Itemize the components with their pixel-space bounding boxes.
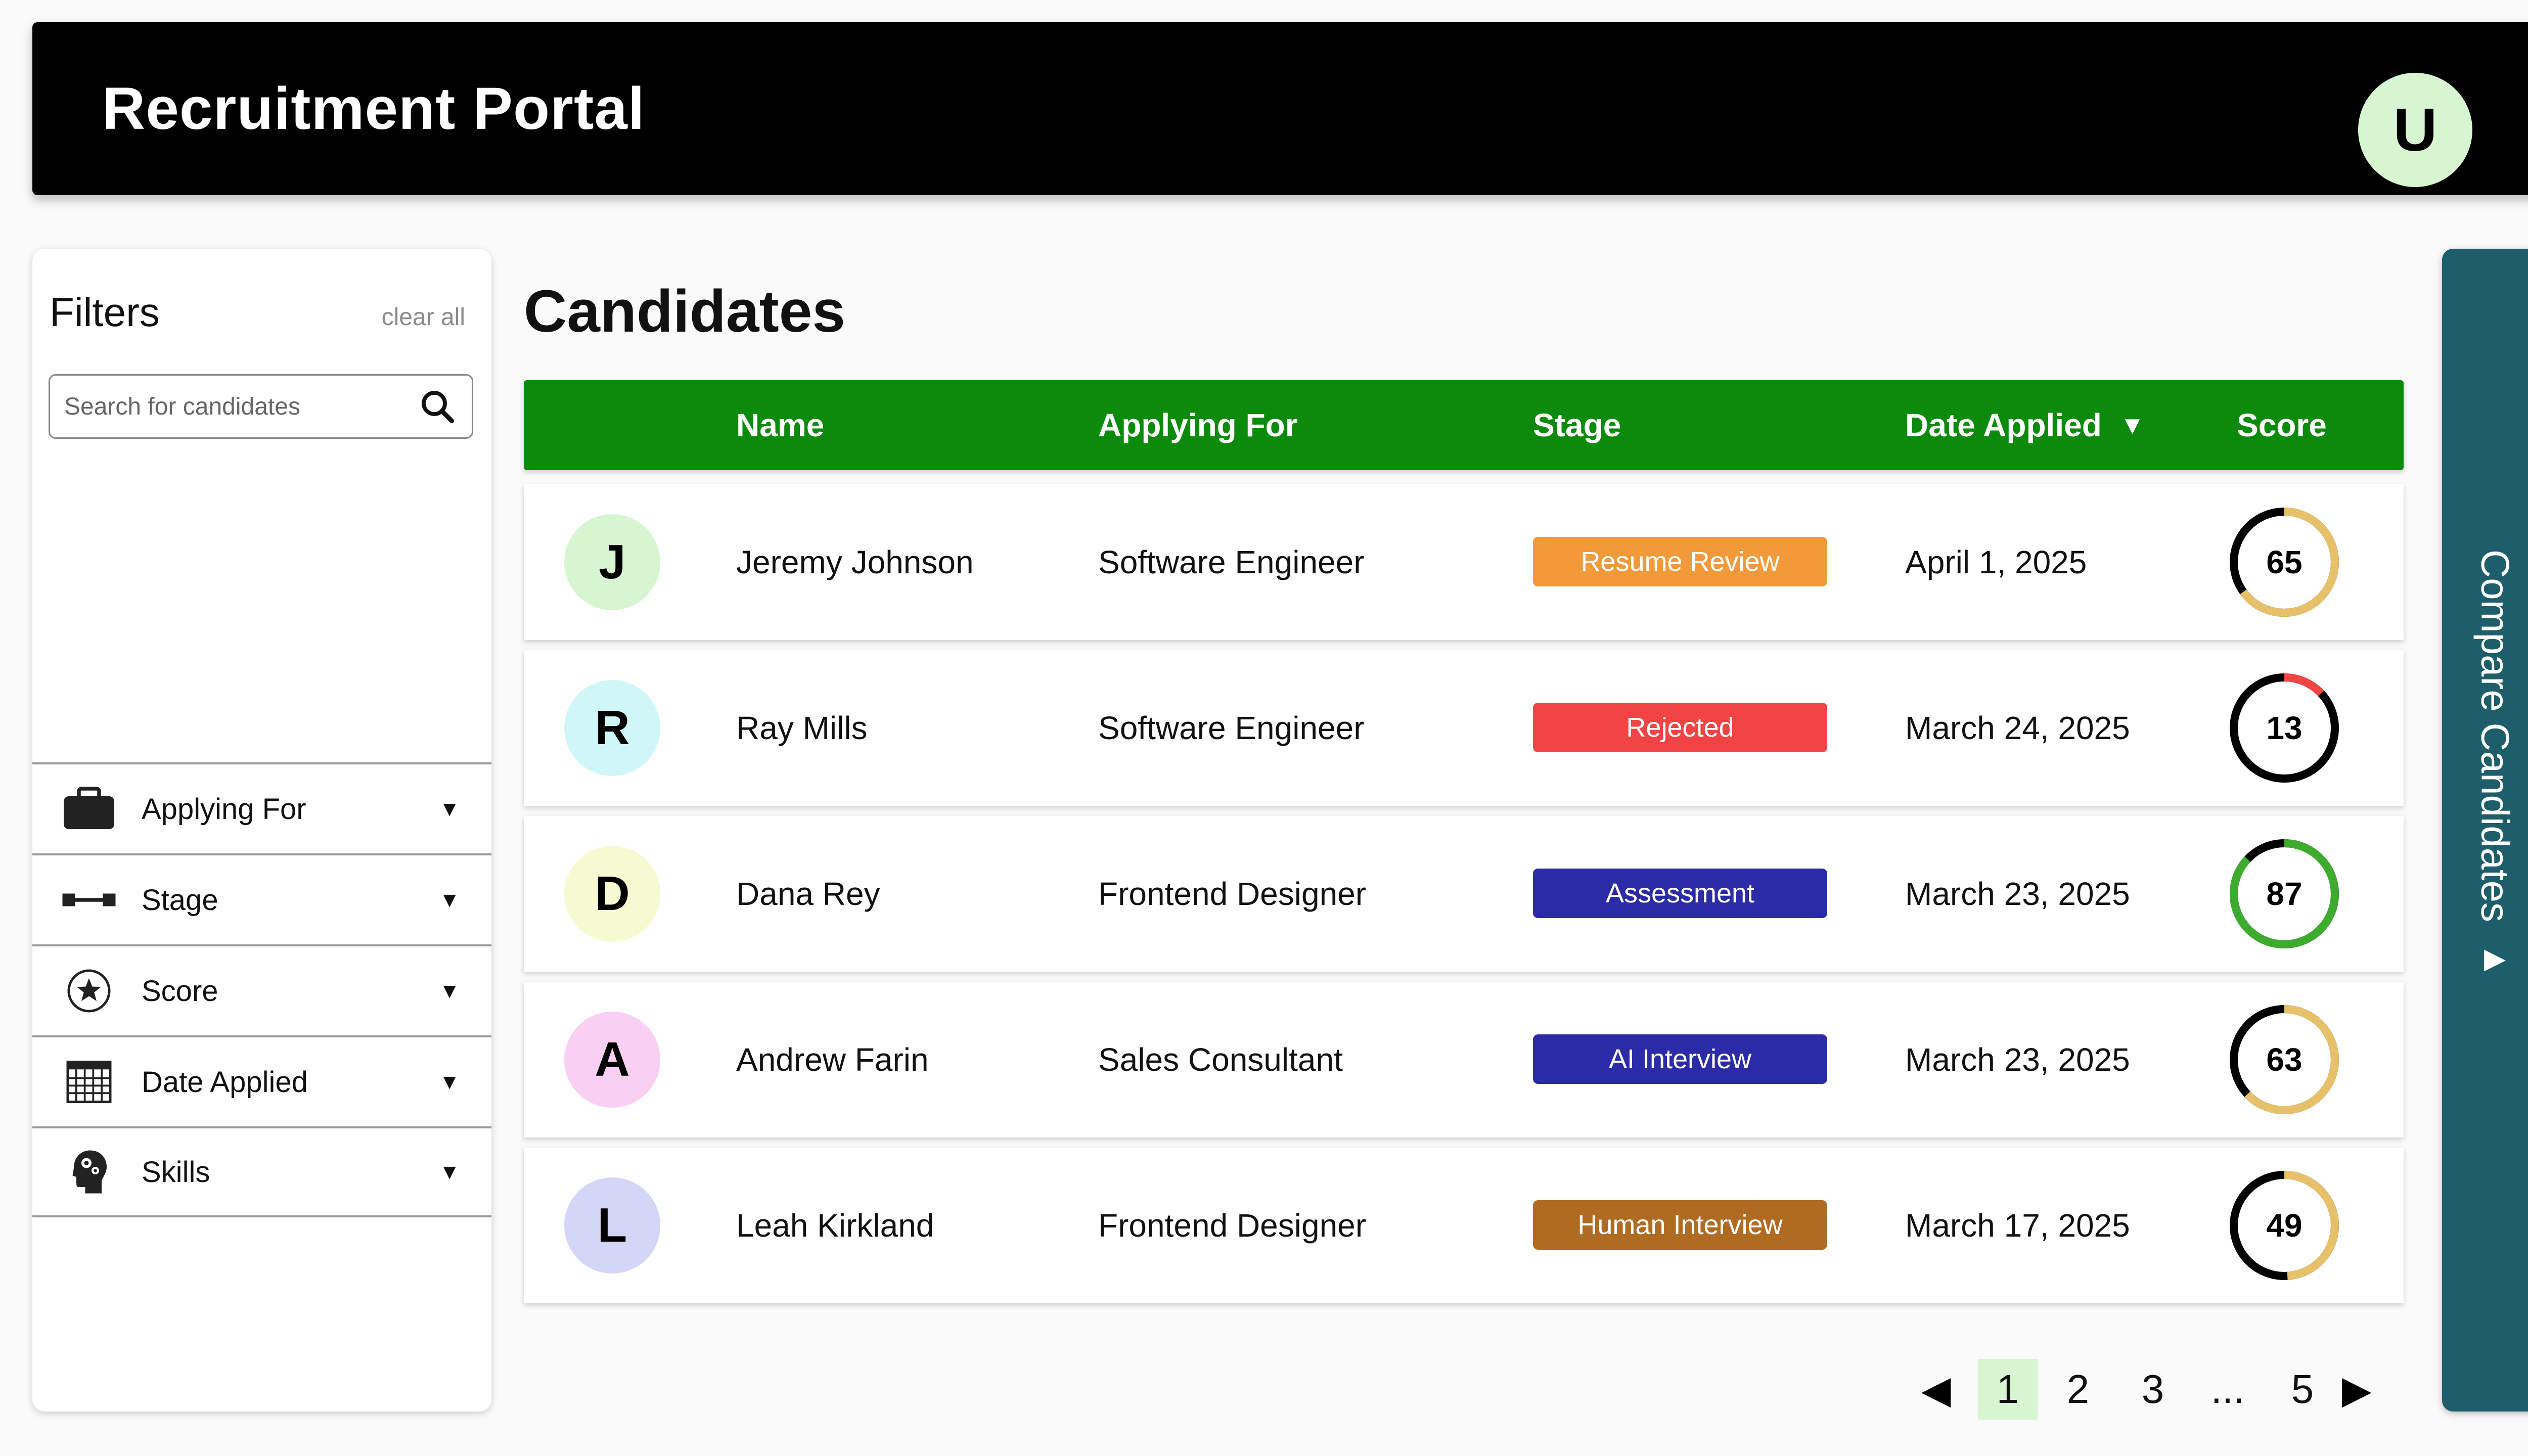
candidate-avatar: L bbox=[564, 1177, 660, 1273]
filters-title: Filters bbox=[50, 290, 160, 335]
page-1[interactable]: 1 bbox=[1978, 1359, 2038, 1420]
score-ring: 13 bbox=[2226, 669, 2343, 787]
candidate-name[interactable]: Jeremy Johnson bbox=[736, 484, 974, 640]
stage-badge: Resume Review bbox=[1533, 537, 1827, 586]
candidate-date-applied: March 17, 2025 bbox=[1905, 1207, 2130, 1244]
stage-badge: Assessment bbox=[1533, 869, 1827, 918]
page-title: Candidates bbox=[524, 278, 846, 345]
candidate-avatar: J bbox=[564, 514, 660, 610]
column-header-name[interactable]: Name bbox=[736, 380, 824, 470]
page-5[interactable]: 5 bbox=[2278, 1359, 2327, 1420]
page-2[interactable]: 2 bbox=[2054, 1359, 2102, 1420]
previous-page-icon[interactable]: ◀ bbox=[1921, 1367, 1951, 1412]
search-box bbox=[49, 374, 473, 439]
score-ring: 49 bbox=[2226, 1167, 2343, 1284]
column-header-label: Date Applied bbox=[1905, 407, 2102, 443]
candidate-avatar: D bbox=[564, 846, 660, 942]
candidate-date-applied: April 1, 2025 bbox=[1905, 544, 2087, 580]
score-ring: 63 bbox=[2226, 1001, 2343, 1118]
compare-candidates-tab[interactable]: Compare Candidates ▶ bbox=[2442, 249, 2528, 1412]
filter-score[interactable]: Score ▼ bbox=[32, 944, 491, 1035]
filter-applying-for[interactable]: Applying For ▼ bbox=[32, 762, 491, 853]
top-header: Recruitment Portal U bbox=[32, 22, 2528, 195]
filter-label: Applying For bbox=[142, 792, 306, 826]
candidate-applying-for: Software Engineer bbox=[1098, 544, 1365, 580]
score-ring: 65 bbox=[2226, 504, 2343, 621]
score-value: 63 bbox=[2266, 1041, 2303, 1078]
candidate-row[interactable]: D Dana Rey Frontend Designer Assessment … bbox=[524, 816, 2404, 972]
candidate-row[interactable]: L Leah Kirkland Frontend Designer Human … bbox=[524, 1148, 2404, 1303]
search-input[interactable] bbox=[64, 392, 417, 421]
app-title: Recruitment Portal bbox=[102, 75, 645, 142]
filter-label: Score bbox=[142, 974, 218, 1008]
next-page-icon[interactable]: ▶ bbox=[2342, 1367, 2371, 1412]
column-header-date-applied[interactable]: Date Applied ▼ bbox=[1905, 380, 2145, 470]
clear-all-link[interactable]: clear all bbox=[382, 303, 465, 331]
candidate-applying-for: Software Engineer bbox=[1098, 710, 1365, 746]
candidate-name[interactable]: Leah Kirkland bbox=[736, 1148, 934, 1303]
compare-candidates-label-wrap: Compare Candidates ▶ bbox=[2472, 549, 2518, 974]
candidate-date-applied: March 23, 2025 bbox=[1905, 876, 2130, 912]
head-gears-icon bbox=[59, 1142, 119, 1202]
candidate-name[interactable]: Dana Rey bbox=[736, 816, 880, 972]
candidate-row[interactable]: J Jeremy Johnson Software Engineer Resum… bbox=[524, 484, 2404, 640]
score-value: 65 bbox=[2266, 544, 2303, 580]
stage-badge: Rejected bbox=[1533, 703, 1827, 752]
page-3[interactable]: 3 bbox=[2129, 1359, 2177, 1420]
score-value: 13 bbox=[2266, 710, 2303, 746]
chevron-down-icon: ▼ bbox=[439, 1070, 460, 1094]
score-ring: 87 bbox=[2226, 835, 2343, 952]
candidate-applying-for: Sales Consultant bbox=[1098, 1041, 1343, 1078]
stage-pipeline-icon bbox=[59, 870, 119, 930]
chevron-down-icon: ▼ bbox=[439, 1160, 460, 1184]
stage-badge: Human Interview bbox=[1533, 1200, 1827, 1250]
candidate-avatar: A bbox=[564, 1012, 660, 1108]
filter-list: Applying For ▼ Stage ▼ Score ▼ Date Appl… bbox=[32, 762, 491, 1217]
score-value: 87 bbox=[2266, 876, 2303, 912]
filter-stage[interactable]: Stage ▼ bbox=[32, 853, 491, 944]
candidate-row[interactable]: R Ray Mills Software Engineer Rejected M… bbox=[524, 650, 2404, 806]
table-header: Name Applying For Stage Date Applied ▼ S… bbox=[524, 380, 2404, 470]
compare-candidates-label: Compare Candidates bbox=[2473, 549, 2518, 922]
chevron-down-icon: ▼ bbox=[439, 979, 460, 1003]
chevron-down-icon: ▼ bbox=[439, 797, 460, 821]
calendar-icon bbox=[59, 1052, 119, 1112]
column-header-stage[interactable]: Stage bbox=[1533, 380, 1621, 470]
candidate-avatar: R bbox=[564, 680, 660, 776]
candidate-name[interactable]: Ray Mills bbox=[736, 650, 868, 806]
filters-panel: Filters clear all Applying For ▼ Stage ▼… bbox=[32, 249, 491, 1412]
filter-label: Date Applied bbox=[142, 1065, 308, 1099]
candidate-row[interactable]: A Andrew Farin Sales Consultant AI Inter… bbox=[524, 982, 2404, 1138]
pagination: ◀ 1 2 3 ... 5 ▶ bbox=[1921, 1359, 2376, 1420]
search-icon[interactable] bbox=[417, 386, 458, 427]
column-header-applying-for[interactable]: Applying For bbox=[1098, 380, 1298, 470]
user-avatar[interactable]: U bbox=[2358, 73, 2472, 187]
expand-left-icon: ▶ bbox=[2484, 942, 2506, 974]
briefcase-icon bbox=[59, 779, 119, 839]
filter-label: Stage bbox=[142, 883, 218, 917]
candidate-name[interactable]: Andrew Farin bbox=[736, 982, 929, 1138]
page-ellipsis: ... bbox=[2210, 1367, 2245, 1412]
candidate-date-applied: March 23, 2025 bbox=[1905, 1041, 2130, 1078]
candidate-date-applied: March 24, 2025 bbox=[1905, 710, 2130, 746]
filter-skills[interactable]: Skills ▼ bbox=[32, 1126, 491, 1217]
stage-badge: AI Interview bbox=[1533, 1034, 1827, 1084]
score-value: 49 bbox=[2266, 1207, 2303, 1244]
candidate-applying-for: Frontend Designer bbox=[1098, 876, 1367, 912]
chevron-down-icon: ▼ bbox=[439, 888, 460, 912]
column-header-score[interactable]: Score bbox=[2237, 380, 2327, 470]
filter-date-applied[interactable]: Date Applied ▼ bbox=[32, 1035, 491, 1126]
filter-label: Skills bbox=[142, 1155, 210, 1189]
star-circle-icon bbox=[59, 961, 119, 1021]
sort-descending-icon[interactable]: ▼ bbox=[2120, 411, 2145, 440]
candidate-applying-for: Frontend Designer bbox=[1098, 1207, 1367, 1244]
